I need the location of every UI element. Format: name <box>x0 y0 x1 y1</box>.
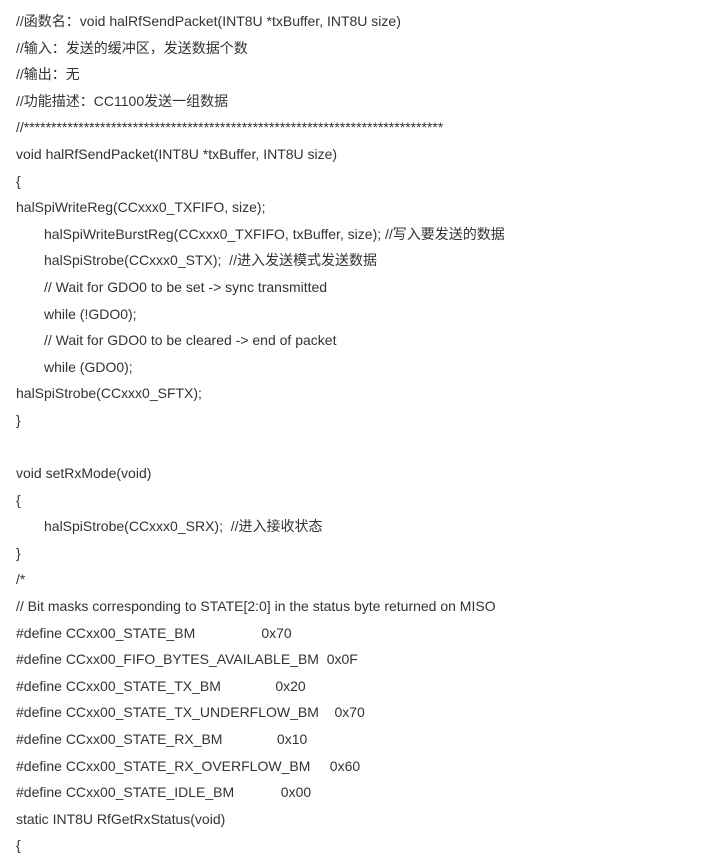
code-line-close-brace: } <box>16 407 688 434</box>
code-line-open-brace-2: { <box>16 487 688 514</box>
code-line-strobe-srx: halSpiStrobe(CCxxx0_SRX); //进入接收状态 <box>16 513 688 540</box>
code-line-bitmask-comment: // Bit masks corresponding to STATE[2:0]… <box>16 593 688 620</box>
code-line-writeburst: halSpiWriteBurstReg(CCxxx0_TXFIFO, txBuf… <box>16 221 688 248</box>
code-line-while-gdo0: while (GDO0); <box>16 354 688 381</box>
code-line-comment-funcname: //函数名：void halRfSendPacket(INT8U *txBuff… <box>16 8 688 35</box>
code-line-block-comment-start: /* <box>16 566 688 593</box>
code-line-writereg: halSpiWriteReg(CCxxx0_TXFIFO, size); <box>16 194 688 221</box>
code-line-while-not-gdo0: while (!GDO0); <box>16 301 688 328</box>
code-line-comment-wait-clear: // Wait for GDO0 to be cleared -> end of… <box>16 327 688 354</box>
code-line-comment-input: //输入：发送的缓冲区，发送数据个数 <box>16 35 688 62</box>
code-line-close-brace-2: } <box>16 540 688 567</box>
code-line-define-state-rx: #define CCxx00_STATE_RX_BM 0x10 <box>16 726 688 753</box>
code-line-define-state-idle: #define CCxx00_STATE_IDLE_BM 0x00 <box>16 779 688 806</box>
code-line-comment-wait-set: // Wait for GDO0 to be set -> sync trans… <box>16 274 688 301</box>
code-line-comment-output: //输出：无 <box>16 61 688 88</box>
code-line-rfgetrxstatus-decl: static INT8U RfGetRxStatus(void) <box>16 806 688 833</box>
code-line-comment-desc: //功能描述：CC1100发送一组数据 <box>16 88 688 115</box>
code-line-strobe-stx: halSpiStrobe(CCxxx0_STX); //进入发送模式发送数据 <box>16 247 688 274</box>
code-line-strobe-sftx: halSpiStrobe(CCxxx0_SFTX); <box>16 380 688 407</box>
code-line-define-fifo-bytes: #define CCxx00_FIFO_BYTES_AVAILABLE_BM 0… <box>16 646 688 673</box>
code-line-open-brace: { <box>16 168 688 195</box>
code-line-define-state-tx-underflow: #define CCxx00_STATE_TX_UNDERFLOW_BM 0x7… <box>16 699 688 726</box>
code-line-blank <box>16 434 688 461</box>
code-line-define-state-rx-overflow: #define CCxx00_STATE_RX_OVERFLOW_BM 0x60 <box>16 753 688 780</box>
code-line-setrxmode-decl: void setRxMode(void) <box>16 460 688 487</box>
code-line-comment-divider: //**************************************… <box>16 114 688 141</box>
code-line-func-decl: void halRfSendPacket(INT8U *txBuffer, IN… <box>16 141 688 168</box>
code-line-define-state-tx: #define CCxx00_STATE_TX_BM 0x20 <box>16 673 688 700</box>
code-line-open-brace-3: { <box>16 832 688 859</box>
code-line-define-state-bm: #define CCxx00_STATE_BM 0x70 <box>16 620 688 647</box>
